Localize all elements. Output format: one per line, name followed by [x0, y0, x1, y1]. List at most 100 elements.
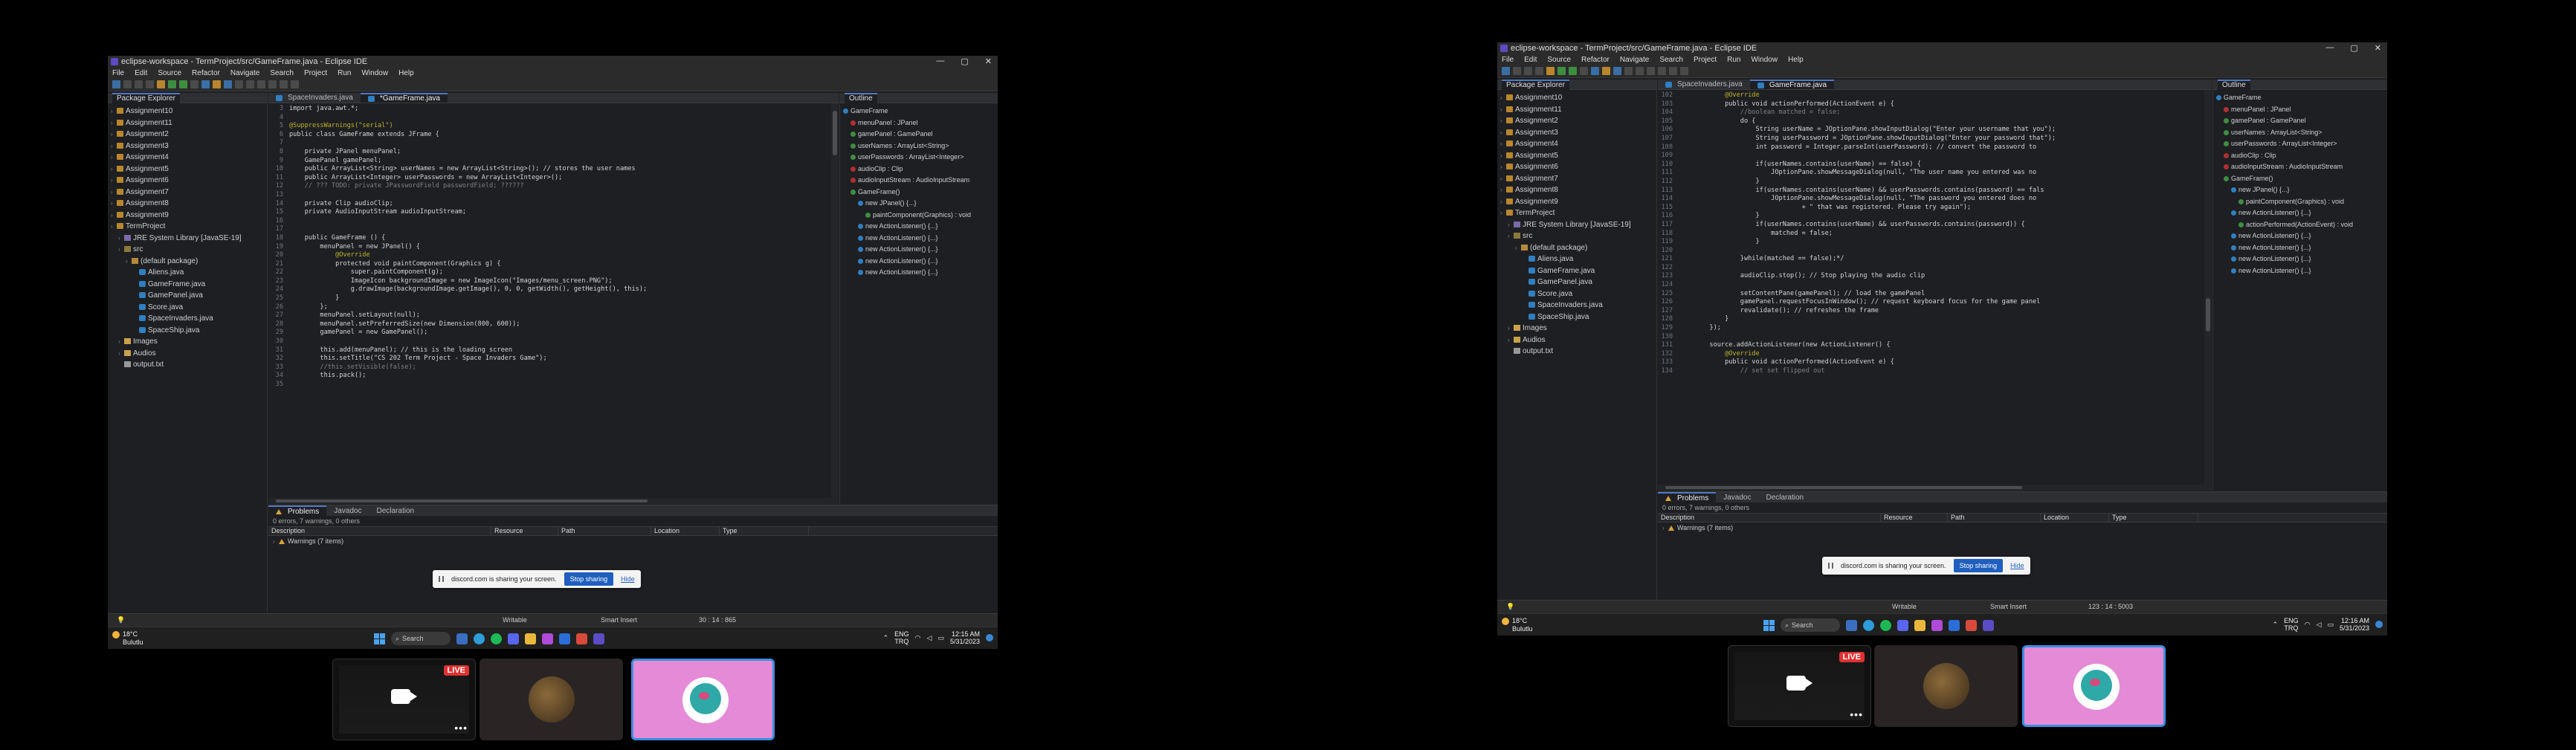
menu-navigate[interactable]: Navigate [230, 69, 259, 77]
menu-search[interactable]: Search [270, 69, 294, 77]
code-line[interactable]: 129 }); [1658, 324, 2212, 333]
code-line[interactable]: 5 @SuppressWarnings("serial") [268, 122, 839, 131]
code-editor[interactable]: SpaceInvaders.java GameFrame.java 102 @O… [1658, 80, 2212, 491]
expand-chevron-icon[interactable]: › [111, 221, 117, 233]
code-line[interactable]: 27 menuPanel.setLayout(null); [268, 311, 839, 320]
wifi-icon[interactable]: ◠ [915, 634, 921, 642]
code-line[interactable]: 25 } [268, 294, 839, 303]
menu-help[interactable]: Help [398, 69, 414, 77]
tree-item[interactable]: › Assignment2 [111, 129, 267, 140]
weather-widget[interactable]: 18°C Bulutlu [1502, 617, 1533, 633]
code-line[interactable]: 107 String userPassword = JOptionPane.sh… [1658, 135, 2212, 143]
tree-item[interactable]: › Assignment2 [1500, 115, 1656, 127]
column-path[interactable]: Path [1948, 513, 2041, 523]
code-line[interactable]: 18 public GameFrame () { [268, 234, 839, 243]
close-button[interactable]: ✕ [985, 56, 992, 66]
expand-chevron-icon[interactable]: › [1500, 161, 1506, 173]
outline-item[interactable]: audioInputStream : AudioInputStream [2216, 161, 2387, 173]
outline-item[interactable]: new ActionListener() {...} [2216, 253, 2387, 265]
expand-chevron-icon[interactable]: › [1500, 138, 1506, 150]
participant-tile[interactable] [480, 659, 623, 740]
powerpoint-icon[interactable] [576, 633, 587, 644]
new-class-icon[interactable] [1613, 67, 1621, 75]
menu-run[interactable]: Run [1727, 56, 1740, 64]
outline-item[interactable]: new JPanel() {...} [843, 198, 998, 210]
tree-item[interactable]: › Assignment9 [111, 210, 267, 222]
code-line[interactable]: 117 if(userNames.contains(userName) && u… [1658, 221, 2212, 230]
code-line[interactable]: 20 @Override [268, 251, 839, 260]
code-lines[interactable]: 102 @Override 103 public void actionPerfo… [1658, 90, 2212, 376]
windows-start-icon[interactable] [1763, 619, 1775, 631]
app-icon[interactable] [1931, 619, 1943, 631]
code-line[interactable]: 6 public class GameFrame extends JFrame { [268, 131, 839, 140]
tree-item[interactable]: SpaceInvaders.java [1500, 300, 1656, 311]
powerpoint-icon[interactable] [1966, 619, 1977, 631]
outline-item[interactable]: new ActionListener() {...} [2216, 207, 2387, 219]
new-java-project-icon[interactable] [201, 80, 210, 88]
code-line[interactable]: 17 [268, 225, 839, 234]
code-line[interactable]: 125 setContentPane(gamePanel); // load t… [1658, 290, 2212, 299]
battery-icon[interactable]: ▭ [2327, 621, 2334, 629]
wifi-icon[interactable]: ◠ [2305, 621, 2311, 629]
tree-item[interactable]: › Assignment6 [111, 175, 267, 187]
code-line[interactable]: 23 ImageIcon backgroundImage = new Image… [268, 277, 839, 286]
code-line[interactable]: 126 gamePanel.requestFocusInWindow(); //… [1658, 298, 2212, 307]
expand-chevron-icon[interactable]: › [1508, 230, 1514, 242]
open-type-icon[interactable] [235, 80, 243, 88]
tree-item[interactable]: › Assignment5 [111, 164, 267, 175]
language-indicator[interactable]: ENG TRQ [2284, 617, 2299, 632]
tree-item[interactable]: › TermProject [111, 221, 267, 233]
code-line[interactable]: 32 this.setTitle("CS 202 Term Project - … [268, 355, 839, 363]
run-icon[interactable] [168, 80, 176, 88]
code-line[interactable]: 16 [268, 217, 839, 226]
print-icon[interactable] [1535, 67, 1543, 75]
expand-chevron-icon[interactable]: › [111, 210, 117, 222]
column-description[interactable]: Description [1658, 513, 1881, 523]
hide-link[interactable]: Hide [621, 575, 635, 583]
tree-item[interactable]: › (default package) [111, 256, 267, 268]
menu-navigate[interactable]: Navigate [1620, 56, 1649, 64]
menu-window[interactable]: Window [1751, 56, 1778, 64]
tree-item[interactable]: GameFrame.java [1500, 265, 1656, 277]
code-line[interactable]: 128 } [1658, 315, 2212, 324]
code-editor[interactable]: SpaceInvaders.java *GameFrame.java 3 impo… [268, 93, 839, 504]
volume-icon[interactable]: ◁ [927, 634, 932, 642]
outline-item[interactable]: GameFrame() [2216, 173, 2387, 185]
tree-item[interactable]: › JRE System Library [JavaSE-19] [1500, 219, 1656, 231]
outline-item[interactable]: audioClip : Clip [2216, 150, 2387, 162]
code-line[interactable]: 112 } [1658, 178, 2212, 187]
expand-chevron-icon[interactable]: › [1508, 323, 1514, 334]
tree-item[interactable]: › Assignment4 [111, 152, 267, 164]
tree-item[interactable]: › Assignment3 [1500, 127, 1656, 139]
tree-item[interactable]: › Assignment4 [1500, 138, 1656, 150]
more-options-icon[interactable]: ••• [454, 722, 468, 734]
prev-annotation-icon[interactable] [268, 80, 277, 88]
coverage-icon[interactable] [179, 80, 187, 88]
code-lines[interactable]: 3 import java.awt.*; 4 5 @SuppressWarnings("… [268, 103, 839, 389]
new-class-icon[interactable] [224, 80, 232, 88]
chevron-up-icon[interactable]: ⌃ [883, 634, 889, 642]
participant-tile[interactable] [1874, 645, 2018, 727]
task-view-icon[interactable] [456, 633, 468, 644]
stream-tile[interactable]: LIVE ••• [1728, 645, 1871, 727]
save-all-icon[interactable] [1524, 67, 1532, 75]
tree-item[interactable]: › Assignment11 [111, 117, 267, 129]
outline-item[interactable]: menuPanel : JPanel [2216, 104, 2387, 116]
more-options-icon[interactable]: ••• [1850, 708, 1863, 720]
debug-icon[interactable] [1546, 67, 1555, 75]
menu-refactor[interactable]: Refactor [1581, 56, 1610, 64]
print-icon[interactable] [146, 80, 154, 88]
weather-widget[interactable]: 18°C Bulutlu [112, 630, 143, 646]
tree-item[interactable]: › Assignment7 [1500, 173, 1656, 185]
expand-chevron-icon[interactable]: › [1500, 173, 1506, 185]
coverage-icon[interactable] [1569, 67, 1577, 75]
code-line[interactable]: 26 }; [268, 303, 839, 312]
code-line[interactable]: 7 [268, 139, 839, 148]
code-line[interactable]: 115 + " that was registered. Please try … [1658, 204, 2212, 213]
save-icon[interactable] [1513, 67, 1521, 75]
expand-chevron-icon[interactable]: › [118, 348, 124, 360]
code-line[interactable]: 111 JOptionPane.showMessageDialog(null, … [1658, 169, 2212, 178]
column-resource[interactable]: Resource [1881, 513, 1948, 523]
outline-tab[interactable]: Outline [845, 92, 877, 103]
column-type[interactable]: Type [720, 526, 809, 536]
